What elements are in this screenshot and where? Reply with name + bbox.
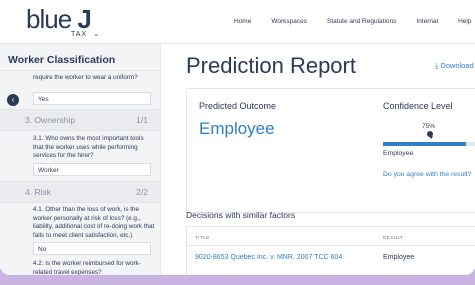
top-header: blue J TAX ⌄ Home Workspaces Statute and…: [0, 0, 475, 44]
chevron-down-icon: ⌄: [93, 31, 100, 38]
question-text: 4.2. Is the worker reimbursed for work-r…: [33, 260, 141, 275]
sidebar-title: Worker Classification: [8, 54, 116, 66]
divider: [0, 70, 160, 71]
app-window: blue J TAX ⌄ Home Workspaces Statute and…: [0, 0, 475, 275]
section-count: 1/1: [136, 115, 148, 125]
section-count: 2/2: [136, 187, 148, 197]
logo-text: blue: [26, 4, 72, 34]
sidebar: Worker Classification require the worker…: [0, 44, 161, 275]
decision-result: Employee: [383, 254, 415, 261]
section-risk[interactable]: 4. Risk 2/2: [0, 181, 160, 203]
confidence-percent: 75%: [422, 123, 436, 130]
confidence-outcome: Employee: [383, 150, 414, 157]
question-text: require the worker to wear a uniform?: [33, 74, 138, 81]
section-label: 3. Ownership: [25, 115, 76, 125]
predicted-outcome-label: Predicted Outcome: [199, 101, 277, 111]
decision-title-link[interactable]: 9020-8653 Quebec Inc. v. MNR, 2007 TCC 6…: [195, 254, 342, 261]
confidence-bar: [383, 142, 475, 146]
column-header-result: RESULT: [383, 235, 404, 240]
question-text: 4.1. Other than the loss of work, is the…: [33, 206, 155, 239]
nav-internal[interactable]: Internal: [416, 18, 438, 25]
answer-field[interactable]: No: [33, 242, 151, 255]
answer-field[interactable]: Yes: [33, 92, 151, 105]
decisions-table: TITLE RESULT 9020-8653 Quebec Inc. v. MN…: [186, 226, 475, 275]
nav-help[interactable]: Help: [458, 18, 471, 25]
predicted-outcome-value: Employee: [199, 119, 275, 138]
download-button[interactable]: ⤓ Download: [435, 61, 474, 71]
prediction-card: Predicted Outcome Employee Confidence Le…: [186, 88, 475, 213]
confidence-label: Confidence Level: [383, 101, 453, 111]
section-label: 4. Risk: [25, 187, 51, 197]
question-text: 3.1. Who owns the most important tools t…: [33, 135, 144, 159]
product-switcher[interactable]: TAX ⌄: [71, 30, 100, 38]
nav-workspaces[interactable]: Workspaces: [271, 18, 307, 25]
confidence-bar-fill: [383, 142, 466, 146]
section-ownership[interactable]: 3. Ownership 1/1: [0, 109, 160, 131]
similar-decisions-title: Decisions with similar factors: [186, 210, 296, 220]
column-header-title: TITLE: [195, 235, 210, 240]
main-nav: Home Workspaces Statute and Regulations …: [234, 18, 475, 25]
nav-statute-regulations[interactable]: Statute and Regulations: [327, 18, 396, 25]
answer-field[interactable]: Worker: [33, 163, 151, 176]
collapse-sidebar-icon[interactable]: ‹: [7, 94, 19, 106]
nav-home[interactable]: Home: [234, 18, 251, 25]
product-label: TAX: [71, 31, 88, 38]
divider: [187, 245, 475, 246]
page-title: Prediction Report: [186, 53, 356, 78]
agree-prompt-link[interactable]: Do you agree with the result?: [383, 171, 471, 178]
confidence-pin-icon: [429, 136, 433, 139]
main-content: Prediction Report ⤓ Download Predicted O…: [161, 44, 475, 275]
